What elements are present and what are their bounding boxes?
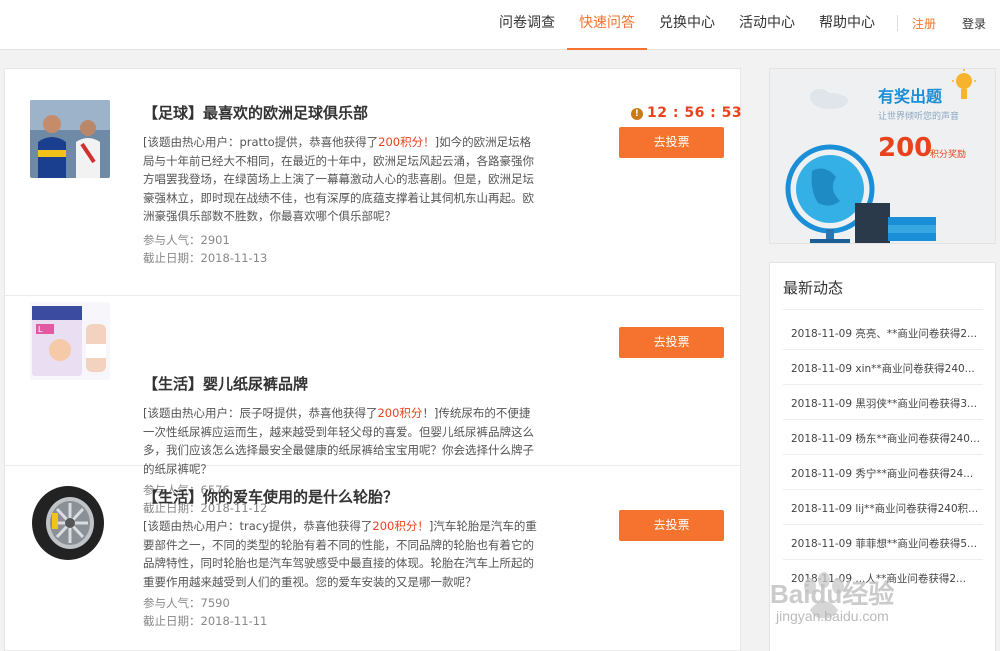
football-thumbnail[interactable]	[30, 100, 110, 178]
news-item[interactable]: 2018-11-09 杨东**商业问卷获得240...	[791, 431, 981, 446]
vote-button[interactable]: 去投票	[619, 127, 724, 158]
nav-item-quick-qa[interactable]: 快速问答	[567, 0, 647, 50]
question-description: [该题由热心用户：tracy提供，恭喜他获得了200积分！]汽车轮胎是汽车的重要…	[143, 517, 541, 591]
question-list: 【足球】最喜欢的欧洲足球俱乐部 [该题由热心用户：pratto提供，恭喜他获得了…	[4, 68, 742, 651]
news-divider	[783, 454, 983, 455]
news-divider	[783, 309, 983, 310]
banner-title: 有奖出题	[878, 87, 943, 106]
banner-reward-number: 200	[878, 133, 933, 163]
watermark-url: jingyan.baidu.com	[776, 608, 889, 624]
news-item[interactable]: 2018-11-09 菲菲想**商业问卷获得5...	[791, 536, 981, 551]
popularity-text: 参与人气：2901	[143, 233, 230, 247]
news-divider	[783, 384, 983, 385]
question-title[interactable]: 【生活】婴儿纸尿裤品牌	[143, 373, 308, 394]
reward-question-banner[interactable]: 有奖出题 让世界倾听您的声音 200 积分奖励	[769, 68, 996, 244]
desc-text: [该题由热心用户：tracy提供，恭喜他获得了	[143, 519, 373, 533]
question-item: 【足球】最喜欢的欧洲足球俱乐部 [该题由热心用户：pratto提供，恭喜他获得了…	[5, 69, 742, 296]
news-divider	[783, 349, 983, 350]
top-nav-bar: 问卷调查 快速问答 兑换中心 活动中心 帮助中心 注册 登录	[0, 0, 1000, 50]
deadline-text: 截止日期：2018-11-11	[143, 614, 268, 628]
tire-thumbnail[interactable]	[30, 483, 110, 561]
svg-text:L: L	[38, 325, 43, 334]
news-item[interactable]: 2018-11-09 xin**商业问卷获得240...	[791, 361, 981, 376]
countdown-value: 12 : 56 : 53	[647, 105, 743, 121]
news-item[interactable]: 2018-11-09 黑羽侠**商业问卷获得3...	[791, 396, 981, 411]
login-link[interactable]: 登录	[962, 15, 986, 32]
nav-divider	[897, 15, 898, 31]
question-title[interactable]: 【足球】最喜欢的欧洲足球俱乐部	[143, 102, 368, 123]
diaper-thumbnail[interactable]: L	[30, 302, 110, 380]
points-highlight: 200积分	[377, 406, 423, 420]
nav-item-exchange[interactable]: 兑换中心	[647, 0, 727, 50]
nav-item-help[interactable]: 帮助中心	[807, 0, 887, 50]
points-highlight: 200积分！	[378, 135, 435, 149]
nav-item-activity[interactable]: 活动中心	[727, 0, 807, 50]
baidu-watermark: Baidu经验 jingyan.baidu.com	[770, 558, 980, 638]
banner-subtitle: 让世界倾听您的声音	[878, 112, 960, 122]
deadline-text: 截止日期：2018-11-13	[143, 251, 268, 265]
news-item[interactable]: 2018-11-09 亮亮、**商业问卷获得2...	[791, 326, 981, 341]
desc-text: [该题由热心用户：pratto提供，恭喜他获得了	[143, 135, 379, 149]
countdown-timer: ! 12 : 56 : 53	[631, 105, 742, 121]
desc-text: [该题由热心用户：辰子呀提供，恭喜他获得了	[143, 406, 378, 420]
news-divider	[783, 489, 983, 490]
question-item: 【生活】你的爱车使用的是什么轮胎？ [该题由热心用户：tracy提供，恭喜他获得…	[5, 466, 740, 651]
news-title: 最新动态	[783, 279, 844, 297]
banner-reward-unit: 积分奖励	[930, 150, 967, 160]
main-nav: 问卷调查 快速问答 兑换中心 活动中心 帮助中心	[487, 0, 887, 50]
logo-area[interactable]	[0, 0, 125, 44]
question-description: [该题由热心用户：pratto提供，恭喜他获得了200积分！]如今的欧洲足坛格局…	[143, 133, 541, 226]
nav-item-survey[interactable]: 问卷调查	[487, 0, 567, 50]
popularity-text: 参与人气：7590	[143, 596, 230, 610]
question-title[interactable]: 【生活】你的爱车使用的是什么轮胎？	[143, 486, 398, 507]
news-item[interactable]: 2018-11-09 秀宁**商业问卷获得24...	[791, 466, 981, 481]
vote-button[interactable]: 去投票	[619, 327, 724, 358]
watermark-brand: Baidu经验	[770, 579, 895, 609]
clock-icon: !	[631, 108, 643, 120]
news-item[interactable]: 2018-11-09 lij**商业问卷获得240积...	[791, 501, 981, 516]
register-link[interactable]: 注册	[912, 15, 936, 32]
news-divider	[783, 419, 983, 420]
vote-button[interactable]: 去投票	[619, 510, 724, 541]
question-item: L 【生活】婴儿纸尿裤品牌 [该题由热心用户：辰子呀提供，恭喜他获得了200积分…	[5, 296, 740, 515]
news-divider	[783, 524, 983, 525]
points-highlight: 200积分！	[372, 519, 429, 533]
